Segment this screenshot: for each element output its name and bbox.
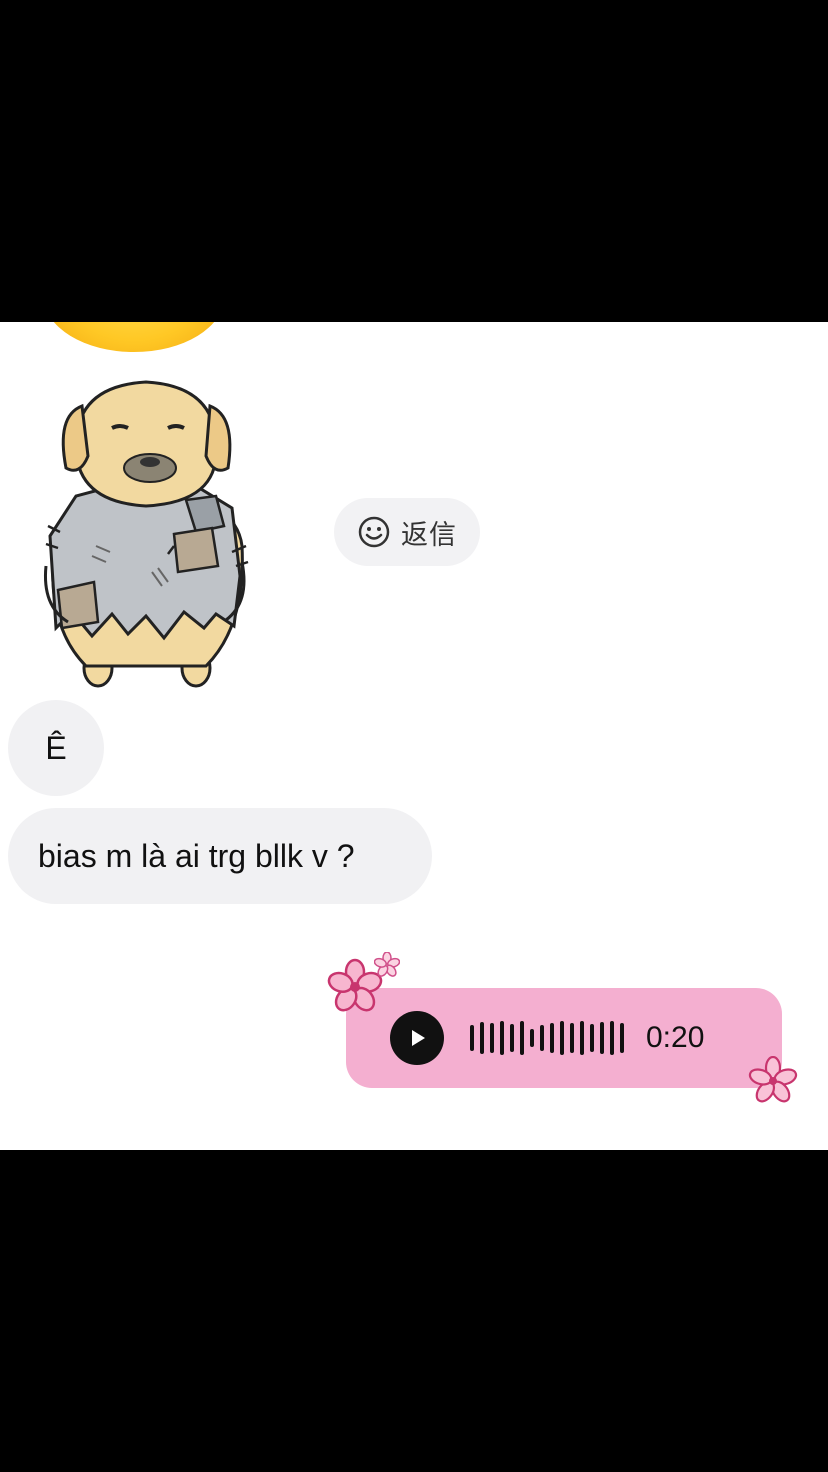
- play-button[interactable]: [390, 1011, 444, 1065]
- waveform-bar: [490, 1023, 494, 1053]
- chat-screen: 返信 Ê bias m là ai trg bllk v ? 0:20: [0, 322, 828, 1150]
- message-bubble[interactable]: Ê: [8, 700, 104, 796]
- waveform-bar: [550, 1023, 554, 1053]
- dog-sticker[interactable]: [36, 376, 256, 692]
- play-icon: [412, 1030, 425, 1046]
- waveform-bar: [480, 1022, 484, 1054]
- waveform-bar: [510, 1024, 514, 1052]
- small-flower-icon: [374, 952, 400, 977]
- message-text: Ê: [45, 729, 67, 766]
- voice-duration: 0:20: [646, 1021, 705, 1054]
- waveform-bar: [530, 1029, 534, 1047]
- waveform-bar: [540, 1025, 544, 1051]
- smile-icon: [357, 515, 391, 549]
- reply-button[interactable]: 返信: [334, 498, 480, 566]
- waveform-bar: [590, 1024, 594, 1052]
- message-bubble[interactable]: bias m là ai trg bllk v ?: [8, 808, 432, 904]
- waveform-bar: [520, 1021, 524, 1055]
- voice-message-bubble[interactable]: 0:20: [346, 988, 782, 1088]
- waveform-bar: [470, 1025, 474, 1051]
- reply-button-label: 返信: [401, 519, 457, 550]
- waveform-bar: [570, 1023, 574, 1053]
- waveform-bar: [600, 1022, 604, 1054]
- emoji-sticker-partial: [44, 322, 224, 352]
- waveform-bar: [580, 1021, 584, 1055]
- audio-waveform: [470, 1021, 624, 1055]
- waveform-bar: [500, 1021, 504, 1055]
- waveform-bar: [560, 1021, 564, 1055]
- video-frame: 返信 Ê bias m là ai trg bllk v ? 0:20: [0, 0, 828, 1472]
- flower-sticker-icon: [748, 1056, 798, 1103]
- message-text: bias m là ai trg bllk v ?: [38, 837, 355, 874]
- waveform-bar: [610, 1021, 614, 1055]
- waveform-bar: [620, 1023, 624, 1053]
